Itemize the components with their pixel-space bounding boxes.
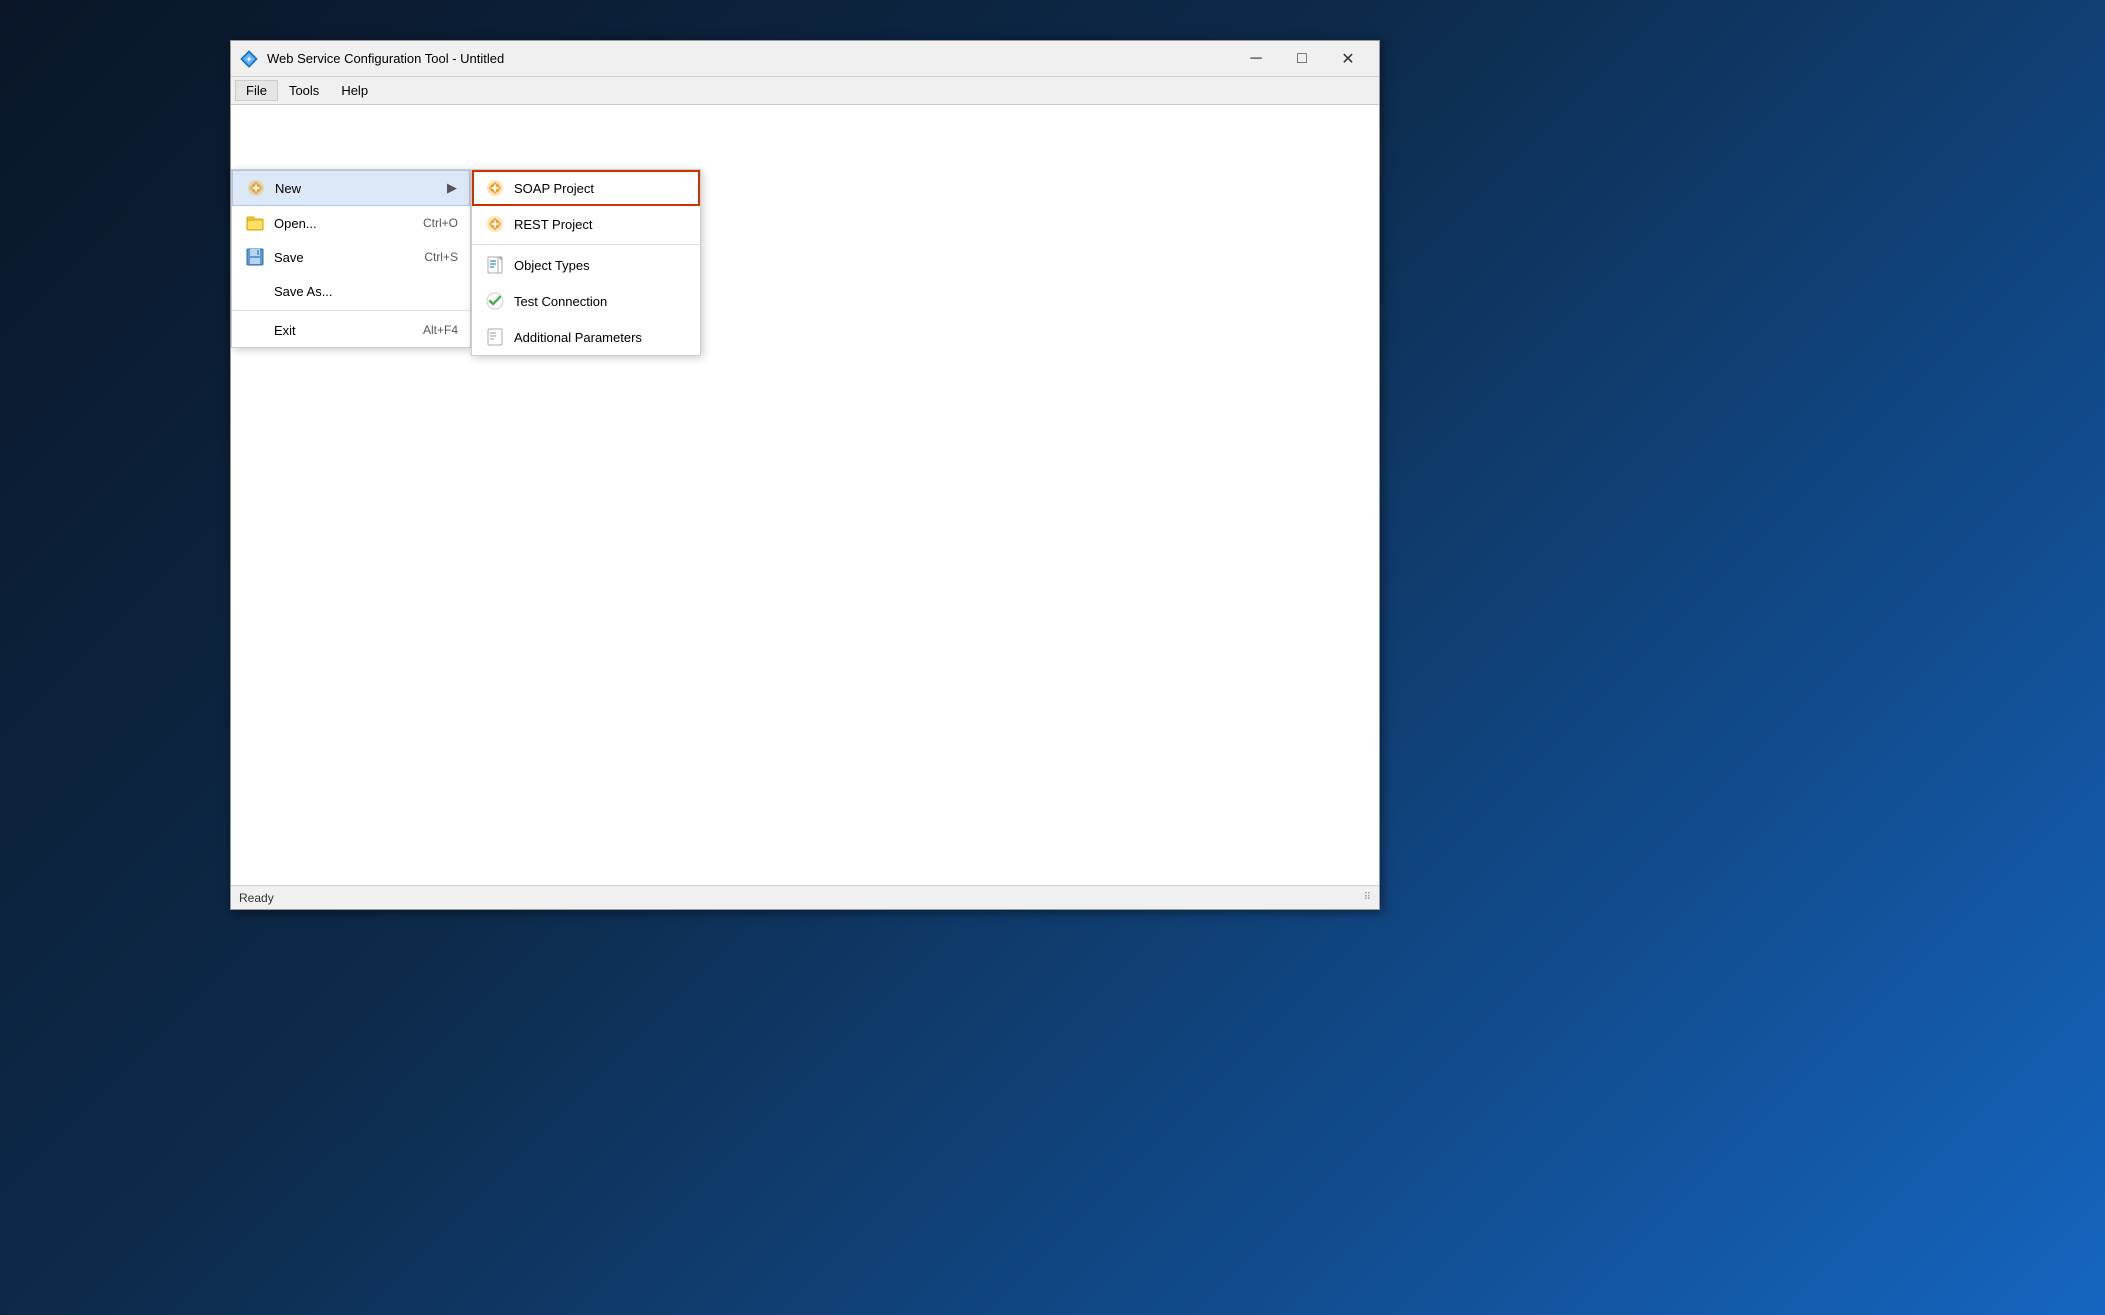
app-icon: ✦	[239, 49, 259, 69]
minimize-button[interactable]: ─	[1233, 41, 1279, 77]
additional-params-icon	[484, 326, 506, 348]
object-types-label: Object Types	[514, 258, 590, 273]
file-menu-open[interactable]: Open... Ctrl+O	[232, 206, 470, 240]
status-bar: Ready ⠿	[231, 885, 1379, 909]
object-types-icon	[484, 254, 506, 276]
close-button[interactable]: ✕	[1325, 41, 1371, 77]
menu-help[interactable]: Help	[330, 80, 379, 101]
menu-file[interactable]: File	[235, 80, 278, 101]
file-menu-save-as[interactable]: Save As...	[232, 274, 470, 308]
save-shortcut: Ctrl+S	[424, 250, 458, 264]
rest-project-label: REST Project	[514, 217, 593, 232]
new-label: New	[275, 181, 301, 196]
file-menu-save[interactable]: Save Ctrl+S	[232, 240, 470, 274]
exit-shortcut: Alt+F4	[423, 323, 458, 337]
save-as-icon	[244, 280, 266, 302]
file-menu-new[interactable]: New ▶	[232, 170, 470, 206]
test-connection[interactable]: Test Connection	[472, 283, 700, 319]
new-rest-project[interactable]: REST Project	[472, 206, 700, 242]
menu-bar: File Tools Help	[231, 77, 1379, 105]
object-types[interactable]: Object Types	[472, 247, 700, 283]
main-window: ✦ Web Service Configuration Tool - Untit…	[230, 40, 1380, 910]
test-connection-icon	[484, 290, 506, 312]
titlebar-buttons: ─ □ ✕	[1233, 41, 1371, 77]
additional-parameters-label: Additional Parameters	[514, 330, 642, 345]
file-dropdown-menu: New ▶ Open... Ctrl+O	[231, 169, 471, 348]
window-title: Web Service Configuration Tool - Untitle…	[267, 51, 1233, 66]
submenu-separator-1	[472, 244, 700, 245]
rest-project-icon	[484, 213, 506, 235]
save-as-label: Save As...	[274, 284, 333, 299]
exit-icon	[244, 319, 266, 341]
file-menu-exit[interactable]: Exit Alt+F4	[232, 313, 470, 347]
svg-text:✦: ✦	[246, 55, 253, 64]
main-content: New ▶ Open... Ctrl+O	[231, 105, 1379, 885]
exit-label: Exit	[274, 323, 296, 338]
status-text: Ready	[239, 891, 274, 905]
resize-handle-icon: ⠿	[1364, 892, 1371, 903]
new-icon	[245, 177, 267, 199]
new-arrow-icon: ▶	[447, 180, 457, 196]
open-icon	[244, 212, 266, 234]
save-label: Save	[274, 250, 304, 265]
new-submenu: SOAP Project REST Project	[471, 169, 701, 356]
maximize-button[interactable]: □	[1279, 41, 1325, 77]
new-soap-project[interactable]: SOAP Project	[472, 170, 700, 206]
open-label: Open...	[274, 216, 317, 231]
menu-tools[interactable]: Tools	[278, 80, 330, 101]
menu-separator-1	[232, 310, 470, 311]
additional-parameters[interactable]: Additional Parameters	[472, 319, 700, 355]
soap-project-icon	[484, 177, 506, 199]
open-shortcut: Ctrl+O	[423, 216, 458, 230]
title-bar: ✦ Web Service Configuration Tool - Untit…	[231, 41, 1379, 77]
test-connection-label: Test Connection	[514, 294, 607, 309]
save-icon	[244, 246, 266, 268]
soap-project-label: SOAP Project	[514, 181, 594, 196]
